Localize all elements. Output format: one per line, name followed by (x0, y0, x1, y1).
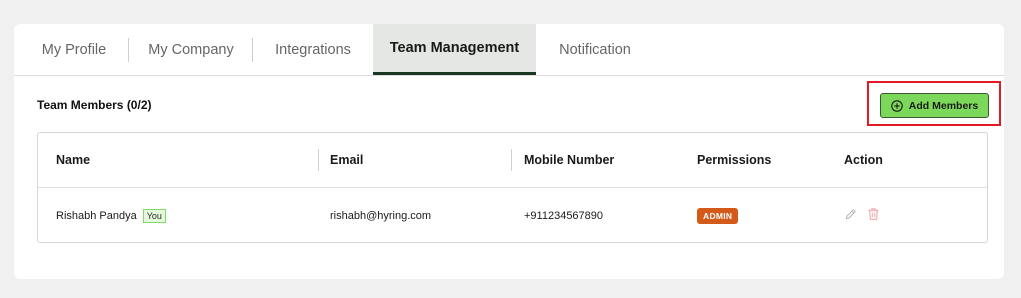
action-cell (844, 188, 890, 243)
admin-badge: ADMIN (697, 207, 739, 224)
header-permissions: Permissions (697, 153, 772, 167)
add-members-label: Add Members (908, 99, 979, 112)
table-header: Name Email Mobile Number Permissions Act… (38, 133, 987, 188)
tab-integrations[interactable]: Integrations (253, 24, 373, 75)
add-members-button[interactable]: Add Members (880, 93, 989, 118)
settings-card: My Profile My Company Integrations Team … (14, 24, 1004, 279)
plus-circle-icon (891, 99, 903, 112)
header-action: Action (844, 153, 883, 167)
header-email: Email (330, 153, 364, 167)
header-mobile-number: Mobile Number (524, 153, 615, 167)
tab-my-profile[interactable]: My Profile (14, 24, 134, 75)
team-members-table: Name Email Mobile Number Permissions Act… (37, 132, 988, 243)
member-email: rishabh@hyring.com (330, 209, 432, 222)
header-divider (511, 149, 512, 171)
trash-icon[interactable] (867, 207, 880, 224)
pencil-icon[interactable] (844, 208, 857, 224)
you-badge: You (142, 208, 166, 223)
tab-my-company[interactable]: My Company (129, 24, 253, 75)
tab-team-management[interactable]: Team Management (373, 24, 536, 75)
settings-tabs: My Profile My Company Integrations Team … (14, 24, 1004, 76)
permission-cell: ADMIN (697, 188, 739, 243)
member-name: Rishabh Pandya (56, 209, 137, 222)
member-mobile: +911234567890 (524, 209, 604, 222)
table-row-name: Rishabh Pandya You (56, 188, 166, 243)
header-divider (318, 149, 319, 171)
header-name: Name (56, 153, 91, 167)
tab-notification[interactable]: Notification (536, 24, 654, 75)
team-members-title: Team Members (0/2) (37, 98, 152, 112)
